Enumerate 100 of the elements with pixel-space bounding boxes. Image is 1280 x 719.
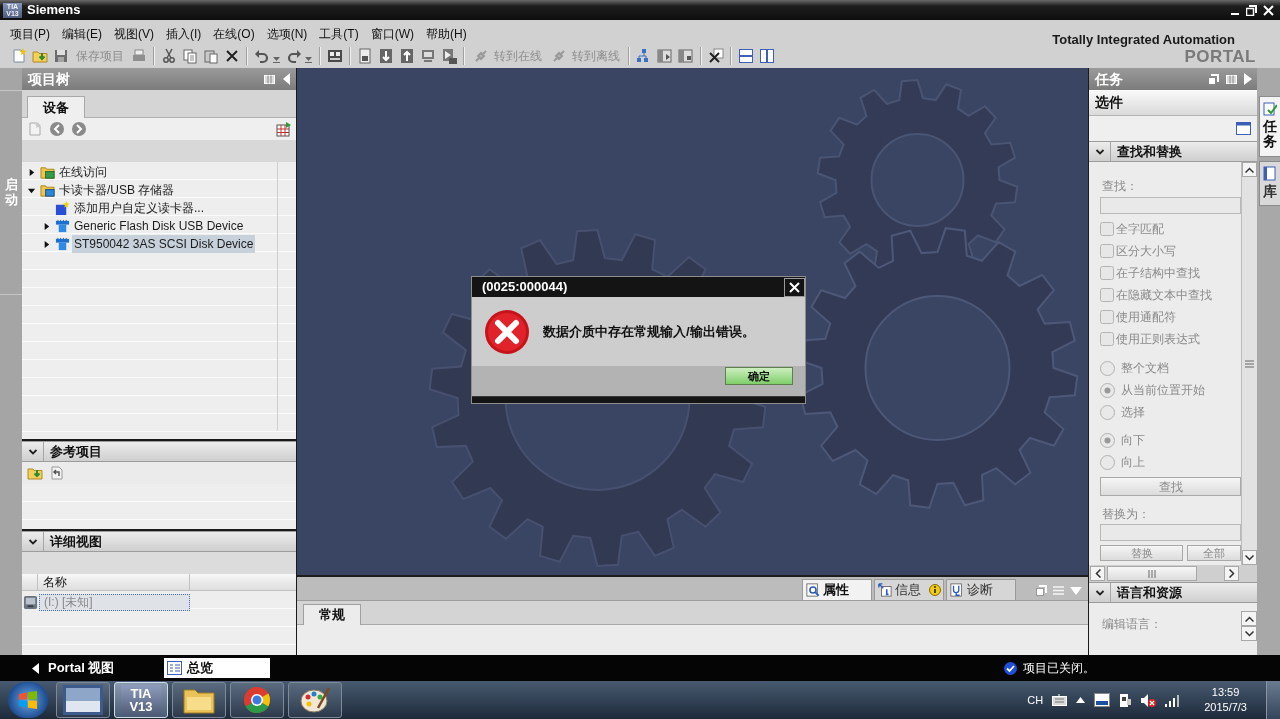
signal-icon[interactable]	[1165, 693, 1182, 707]
menu-item[interactable]: 帮助(H)	[425, 25, 468, 43]
panel-stop-icon[interactable]	[678, 48, 694, 64]
taskbar-app-button[interactable]	[172, 682, 226, 718]
device-icon[interactable]	[1119, 692, 1132, 708]
compile-icon[interactable]	[327, 48, 343, 64]
save-icon[interactable]	[53, 48, 69, 64]
taskbar-app-button[interactable]	[288, 682, 342, 718]
side-tab[interactable]: 库	[1259, 160, 1280, 207]
monitor-icon[interactable]	[420, 48, 436, 64]
cut-icon[interactable]	[161, 48, 177, 64]
dialog-message: 数据介质中存在常规输入/输出错误。	[543, 322, 755, 341]
upload-icon[interactable]	[399, 48, 415, 64]
find-field[interactable]	[1100, 197, 1241, 214]
download-icon[interactable]	[378, 48, 394, 64]
menu-item[interactable]: 项目(P)	[9, 25, 51, 43]
back-icon[interactable]	[49, 121, 65, 137]
start-button[interactable]	[8, 682, 48, 718]
caret-right-icon[interactable]	[42, 221, 51, 231]
forward-icon[interactable]	[71, 121, 87, 137]
caret-right-icon[interactable]	[42, 239, 51, 249]
menu-item[interactable]: 视图(V)	[113, 25, 155, 43]
copy-icon[interactable]	[182, 48, 198, 64]
menu-item[interactable]: 在线(O)	[212, 25, 256, 43]
taskbar-app-button[interactable]: TIA V13	[114, 682, 168, 718]
section-title: 参考项目	[49, 442, 102, 461]
panel-play-icon[interactable]	[657, 48, 673, 64]
window-icon[interactable]	[1236, 122, 1251, 135]
checkbox[interactable]	[1100, 266, 1114, 280]
open-folder-icon[interactable]	[32, 48, 48, 64]
radio-button[interactable]	[1100, 432, 1115, 448]
checkbox[interactable]	[1100, 244, 1114, 258]
radio-button[interactable]	[1100, 454, 1115, 470]
tab[interactable]: 诊断	[946, 579, 1016, 600]
speaker-muted-icon[interactable]	[1140, 692, 1157, 708]
radio-button[interactable]	[1100, 382, 1115, 398]
caret-up-icon[interactable]	[1076, 697, 1086, 703]
section-title: 语言和资源	[1115, 583, 1182, 602]
restore-icon[interactable]	[1246, 4, 1257, 16]
open-folder-icon[interactable]	[27, 465, 43, 481]
section-header[interactable]: 详细视图	[22, 531, 296, 552]
menu-item[interactable]: 选项(N)	[265, 25, 309, 43]
tab[interactable]: 属性	[802, 579, 872, 600]
device-icon[interactable]	[357, 48, 373, 64]
clock[interactable]: 13:59 2015/7/3	[1204, 685, 1247, 715]
split-horizontal-icon[interactable]	[738, 48, 754, 64]
radio-button[interactable]	[1100, 404, 1115, 420]
paste-icon[interactable]	[203, 48, 219, 64]
section-header[interactable]: 参考项目	[22, 441, 296, 462]
split-vertical-icon[interactable]	[759, 48, 775, 64]
return-icon[interactable]	[49, 465, 65, 481]
tab[interactable]: 设备	[27, 96, 85, 118]
radio-button[interactable]	[1100, 360, 1115, 376]
redo-icon[interactable]	[286, 48, 302, 64]
overview-tab[interactable]: 总览	[164, 658, 271, 678]
menu-item[interactable]: 窗口(W)	[369, 25, 415, 43]
columns-icon[interactable]	[1226, 73, 1237, 85]
menu-item[interactable]: 工具(T)	[318, 25, 360, 43]
delete-icon[interactable]	[224, 48, 240, 64]
tree-item[interactable]: 添加用户自定义读卡器...	[72, 199, 206, 217]
taskbar-app-button[interactable]	[230, 682, 284, 718]
caret-right-icon[interactable]	[27, 167, 36, 177]
input-method-icon[interactable]	[1094, 693, 1111, 707]
print-icon[interactable]	[131, 48, 147, 64]
show-desktop-button[interactable]	[1266, 681, 1280, 719]
tree-item[interactable]: 卡读卡器/USB 存储器	[57, 181, 177, 199]
keyboard-icon[interactable]	[1052, 694, 1068, 706]
scroll-down-button[interactable]	[1241, 626, 1257, 641]
close-icon[interactable]	[1263, 4, 1274, 16]
checkbox[interactable]	[1100, 288, 1114, 302]
menu-item[interactable]: 编辑(E)	[61, 25, 103, 43]
close-button[interactable]	[784, 277, 805, 297]
checkbox[interactable]	[1100, 332, 1114, 346]
undo-icon[interactable]	[254, 48, 270, 64]
option-label: 整个文档	[1121, 360, 1169, 377]
caret-left-icon[interactable]	[283, 73, 291, 85]
scrollbar[interactable]	[1089, 565, 1257, 582]
tab[interactable]: 常规	[303, 604, 361, 625]
section-header[interactable]: 语言和资源	[1089, 582, 1257, 603]
runtime-icon[interactable]	[441, 48, 457, 64]
language-indicator[interactable]: CH	[1027, 691, 1044, 709]
section-header[interactable]: 查找和替换	[1089, 141, 1257, 162]
side-tab[interactable]: 任务	[1259, 96, 1280, 157]
table-icon[interactable]	[276, 121, 292, 137]
taskbar-app-button[interactable]	[56, 682, 110, 718]
checkbox[interactable]	[1100, 310, 1114, 324]
close-all-icon[interactable]	[708, 48, 724, 64]
scrollbar[interactable]	[1241, 162, 1257, 565]
ok-button[interactable]: 确定	[725, 367, 793, 385]
option-label: 区分大小写	[1116, 243, 1176, 260]
checkbox[interactable]	[1100, 222, 1114, 236]
tab[interactable]: 信息	[874, 579, 944, 600]
replace-field[interactable]	[1100, 524, 1241, 541]
tree-item[interactable]: ST950042 3AS SCSI Disk Device	[72, 235, 256, 253]
columns-icon[interactable]	[264, 73, 275, 85]
menu-item[interactable]: 插入(I)	[165, 25, 203, 43]
tree-item[interactable]: 在线访问	[57, 163, 109, 181]
portal-view-button[interactable]: Portal 视图	[32, 658, 115, 678]
scroll-up-button[interactable]	[1241, 611, 1257, 626]
tree-item[interactable]: Generic Flash Disk USB Device	[72, 217, 246, 235]
